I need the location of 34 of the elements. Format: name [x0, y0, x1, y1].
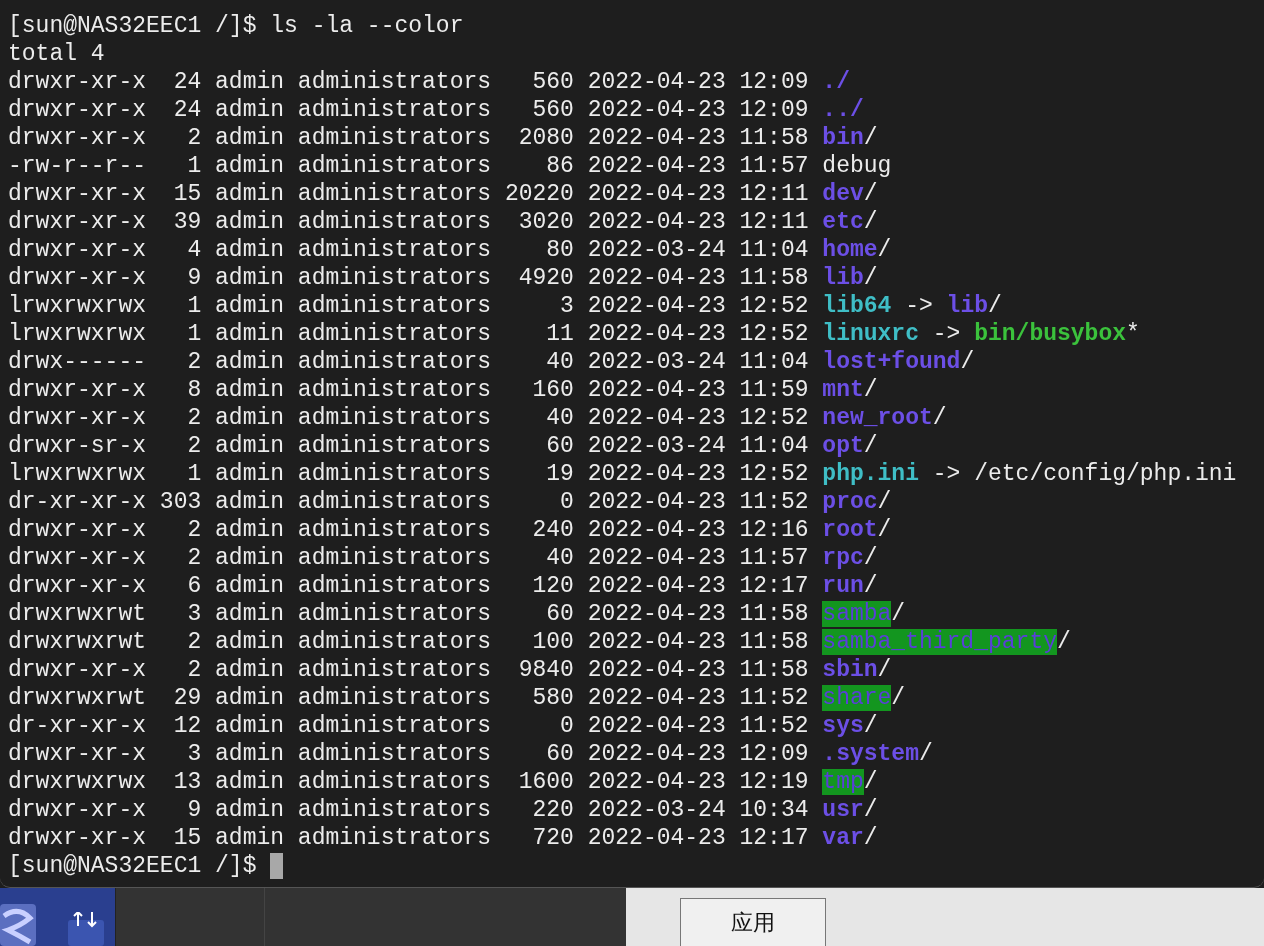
- terminal-line: drwxr-xr-x 6 admin administrators 120 2022-04-23 12:17 run/: [8, 572, 878, 600]
- terminal-line: lrwxrwxrwx 1 admin administrators 11 2022-04-23 12:52 linuxrc -> bin/busybox*: [8, 320, 1140, 348]
- terminal-line: drwxr-xr-x 2 admin administrators 40 2022-04-23 12:52 new_root/: [8, 404, 947, 432]
- network-icon[interactable]: [66, 912, 106, 946]
- terminal-line: drwxrwxrwt 29 admin administrators 580 2022-04-23 11:52 share/: [8, 684, 906, 712]
- terminal-line: -rw-r--r-- 1 admin administrators 86 2022-04-23 11:57 debug: [8, 152, 892, 180]
- terminal-line: drwxr-xr-x 4 admin administrators 80 2022-03-24 11:04 home/: [8, 236, 892, 264]
- app-icon[interactable]: [0, 904, 36, 946]
- terminal-line: drwxr-xr-x 9 admin administrators 220 2022-03-24 10:34 usr/: [8, 796, 878, 824]
- terminal-line: drwx------ 2 admin administrators 40 2022-03-24 11:04 lost+found/: [8, 348, 975, 376]
- terminal-line: drwxrwxrwt 3 admin administrators 60 2022-04-23 11:58 samba/: [8, 600, 906, 628]
- terminal-line: dr-xr-xr-x 303 admin administrators 0 2022-04-23 11:52 proc/: [8, 488, 892, 516]
- terminal-line: total 4: [8, 40, 105, 68]
- terminal-line: drwxr-xr-x 39 admin administrators 3020 2022-04-23 12:11 etc/: [8, 208, 878, 236]
- terminal-line: drwxr-xr-x 24 admin administrators 560 2022-04-23 12:09 ../: [8, 96, 864, 124]
- terminal-line: lrwxrwxrwx 1 admin administrators 19 2022-04-23 12:52 php.ini -> /etc/config/php.ini: [8, 460, 1237, 488]
- terminal-line: drwxr-xr-x 24 admin administrators 560 2022-04-23 12:09 ./: [8, 68, 850, 96]
- terminal-line: lrwxrwxrwx 1 admin administrators 3 2022-04-23 12:52 lib64 -> lib/: [8, 292, 1002, 320]
- terminal-line: drwxr-xr-x 2 admin administrators 9840 2022-04-23 11:58 sbin/: [8, 656, 892, 684]
- terminal-line: drwxr-xr-x 9 admin administrators 4920 2022-04-23 11:58 lib/: [8, 264, 878, 292]
- terminal-line: drwxr-xr-x 15 admin administrators 20220 2022-04-23 12:11 dev/: [8, 180, 878, 208]
- terminal-line: dr-xr-xr-x 12 admin administrators 0 2022-04-23 11:52 sys/: [8, 712, 878, 740]
- terminal-line: drwxr-xr-x 2 admin administrators 240 2022-04-23 12:16 root/: [8, 516, 892, 544]
- terminal-line: [sun@NAS32EEC1 /]$ ls -la --color: [8, 12, 464, 40]
- terminal-line: [sun@NAS32EEC1 /]$: [8, 852, 284, 880]
- terminal-line: drwxr-xr-x 8 admin administrators 160 2022-04-23 11:59 mnt/: [8, 376, 878, 404]
- terminal-line: drwxrwxrwt 2 admin administrators 100 2022-04-23 11:58 samba_third_party/: [8, 628, 1071, 656]
- terminal-line: drwxrwxrwx 13 admin administrators 1600 2022-04-23 12:19 tmp/: [8, 768, 878, 796]
- terminal-line: drwxr-xr-x 2 admin administrators 2080 2022-04-23 11:58 bin/: [8, 124, 878, 152]
- terminal-line: drwxr-xr-x 15 admin administrators 720 2022-04-23 12:17 var/: [8, 824, 878, 852]
- terminal-line: drwxr-xr-x 3 admin administrators 60 2022-04-23 12:09 .system/: [8, 740, 933, 768]
- terminal-line: drwxr-xr-x 2 admin administrators 40 2022-04-23 11:57 rpc/: [8, 544, 878, 572]
- terminal-line: drwxr-sr-x 2 admin administrators 60 2022-03-24 11:04 opt/: [8, 432, 878, 460]
- apply-button[interactable]: 应用: [680, 898, 826, 946]
